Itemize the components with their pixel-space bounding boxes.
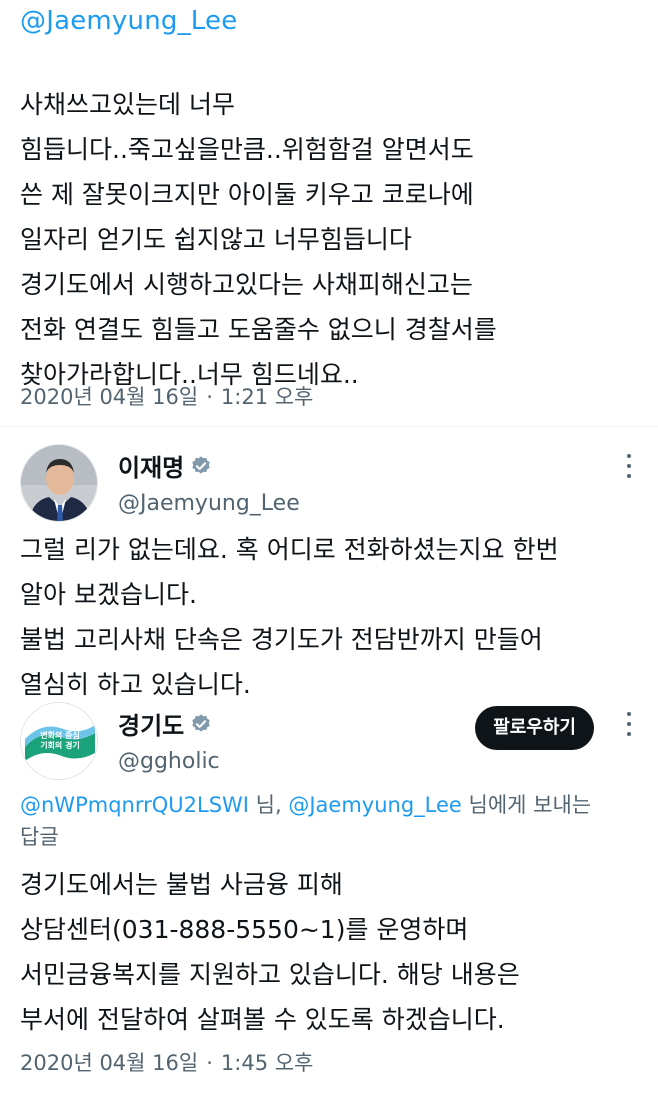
reply-to-mention-link[interactable]: @Jaemyung_Lee [288, 793, 462, 817]
handle[interactable]: @Jaemyung_Lee [118, 491, 300, 516]
avatar[interactable] [20, 444, 98, 522]
separator-dot: · [206, 1051, 213, 1075]
original-tweet-text: 사채쓰고있는데 너무 힘듭니다..죽고싶을만큼..위험함걸 알면서도 쓴 제 잘… [20, 82, 640, 397]
reply2-header: 변화의 중심 기회의 경기 경기도 @ggholic 팔로우하기 [20, 702, 640, 782]
reply-to-suffix: 님에게 보내는 [461, 793, 592, 817]
logo-text-line: 기회의 경기 [40, 741, 80, 750]
reply-to-mention-link[interactable]: @nWPmqnrrQU2LSWI [20, 793, 249, 817]
tweet-date: 2020년 04월 16일 [20, 385, 199, 409]
top-mention[interactable]: @Jaemyung_Lee [20, 6, 237, 36]
separator-dot: · [206, 385, 213, 409]
avatar[interactable]: 변화의 중심 기회의 경기 [20, 702, 98, 780]
reply-to-separator: 님, [248, 793, 289, 817]
tweet-time: 1:45 오후 [220, 1051, 314, 1075]
handle[interactable]: @ggholic [118, 749, 220, 774]
tweet-time: 1:21 오후 [220, 385, 314, 409]
tweet-date: 2020년 04월 16일 [20, 1051, 199, 1075]
more-options-icon[interactable] [624, 712, 634, 740]
reply1-text: 그럴 리가 없는데요. 혹 어디로 전화하셨는지요 한번 알아 보겠습니다. 불… [20, 527, 640, 707]
divider [0, 426, 658, 427]
more-options-icon[interactable] [624, 454, 634, 482]
tweet-line: 경기도에서는 불법 사금융 피해 [20, 870, 343, 899]
tweet-line: 불법 고리사채 단속은 경기도가 전담반까지 만들어 [20, 625, 543, 654]
original-tweet-timestamp[interactable]: 2020년 04월 16일 · 1:21 오후 [20, 381, 313, 411]
tweet-line: 전화 연결도 힘들고 도움줄수 없으니 경찰서를 [20, 315, 497, 344]
reply2-text: 경기도에서는 불법 사금융 피해 상담센터(031-888-5550~1)를 운… [20, 862, 640, 1042]
tweet-line: 경기도에서 시행하고있다는 사채피해신고는 [20, 270, 473, 299]
reply-to-wrap: 답글 [20, 825, 59, 849]
display-name[interactable]: 이재명 [118, 448, 184, 483]
tweet-line: 사채쓰고있는데 너무 [20, 90, 235, 119]
tweet-line: 힘듭니다..죽고싶을만큼..위험함걸 알면서도 [20, 135, 474, 164]
verified-badge-icon [192, 455, 210, 474]
tweet-line: 서민금융복지를 지원하고 있습니다. 해당 내용은 [20, 960, 520, 989]
reply2-timestamp[interactable]: 2020년 04월 16일 · 1:45 오후 [20, 1047, 313, 1077]
replying-to: @nWPmqnrrQU2LSWI 님, @Jaemyung_Lee 님에게 보내… [20, 789, 640, 853]
tweet-line: 상담센터(031-888-5550~1)를 운영하며 [20, 915, 469, 944]
logo-text-line: 변화의 중심 [40, 731, 80, 740]
tweet-line: 일자리 얻기도 쉽지않고 너무힘듭니다 [20, 225, 412, 254]
tweet-line: 열심히 하고 있습니다. [20, 670, 251, 699]
verified-badge-icon [192, 713, 210, 732]
display-name[interactable]: 경기도 [118, 706, 184, 741]
tweet-line: 쓴 제 잘못이크지만 아이둘 키우고 코로나에 [20, 180, 474, 209]
reply1-header: 이재명 @Jaemyung_Lee [20, 444, 640, 524]
tweet-line: 알아 보겠습니다. [20, 580, 197, 609]
follow-button[interactable]: 팔로우하기 [475, 706, 594, 750]
portrait-avatar-icon [21, 445, 97, 521]
tweet-line: 그럴 리가 없는데요. 혹 어디로 전화하셨는지요 한번 [20, 535, 559, 564]
tweet-line: 부서에 전달하여 살펴볼 수 있도록 하겠습니다. [20, 1005, 505, 1034]
